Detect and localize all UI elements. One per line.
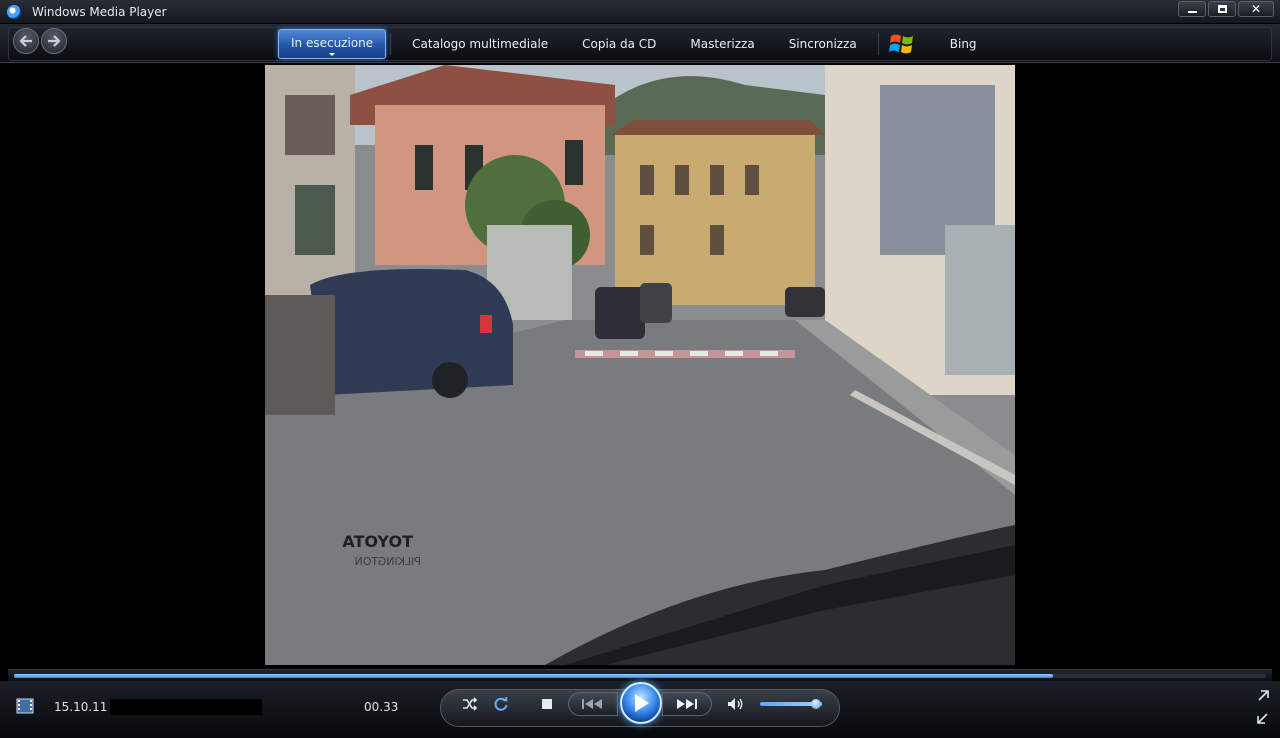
tab-burn[interactable]: Masterizza — [673, 29, 771, 59]
tab-bing[interactable]: Bing — [933, 29, 994, 59]
video-file-icon[interactable] — [16, 697, 34, 715]
windows-logo-icon[interactable] — [888, 32, 915, 56]
stop-button[interactable] — [538, 695, 556, 713]
seek-track[interactable] — [14, 674, 1266, 678]
minimize-button[interactable] — [1178, 1, 1206, 17]
back-arrow-icon — [19, 35, 32, 47]
tab-library[interactable]: Catalogo multimediale — [395, 29, 565, 59]
previous-button[interactable] — [568, 692, 618, 716]
tab-rip[interactable]: Copia da CD — [565, 29, 673, 59]
play-icon — [635, 694, 649, 712]
forward-button[interactable] — [41, 28, 67, 54]
expand-icon — [1258, 690, 1269, 701]
close-button[interactable]: ✕ — [1238, 1, 1274, 17]
elapsed-time[interactable]: 00.33 — [364, 700, 398, 714]
tab-now-playing[interactable]: In esecuzione — [278, 29, 387, 59]
stop-icon — [542, 699, 552, 709]
video-scene: TOYOTA PILKINGTON — [265, 65, 1015, 665]
minimize-icon — [1187, 11, 1197, 13]
history-navigation — [13, 28, 67, 54]
back-button[interactable] — [13, 28, 39, 54]
video-frame[interactable]: TOYOTA PILKINGTON — [265, 65, 1015, 665]
collapse-icon — [1257, 713, 1268, 724]
switch-to-library-button[interactable] — [1256, 689, 1270, 703]
repeat-button[interactable] — [491, 694, 511, 714]
repeat-icon — [494, 696, 508, 711]
window-title: Windows Media Player — [32, 5, 167, 19]
tab-separator — [877, 33, 879, 55]
media-title: 15.10.11 — [54, 700, 108, 714]
tab-separator — [390, 33, 392, 55]
speaker-icon — [728, 698, 743, 710]
video-stamp-text-1: TOYOTA — [342, 532, 413, 551]
wmp-icon — [7, 5, 21, 19]
previous-icon — [582, 699, 602, 709]
forward-arrow-icon — [48, 35, 61, 47]
shuffle-button[interactable] — [460, 694, 480, 714]
title-bar: Windows Media Player ✕ — [0, 0, 1280, 24]
tab-sync[interactable]: Sincronizza — [772, 29, 874, 59]
mute-button[interactable] — [726, 694, 746, 714]
fullscreen-button[interactable] — [1256, 711, 1270, 725]
seek-bar[interactable] — [8, 669, 1272, 681]
volume-knob[interactable] — [810, 699, 821, 709]
media-info-box — [110, 699, 262, 715]
play-button[interactable] — [620, 682, 662, 724]
video-stamp-text-2: PILKINGTON — [355, 555, 421, 568]
window-controls: ✕ — [1178, 1, 1274, 17]
maximize-button[interactable] — [1208, 1, 1236, 17]
shuffle-icon — [463, 697, 478, 711]
next-button[interactable] — [662, 692, 712, 716]
close-icon: ✕ — [1250, 2, 1262, 16]
nav-tabs: In esecuzione Catalogo multimediale Copi… — [278, 29, 994, 59]
maximize-icon — [1217, 5, 1227, 13]
next-icon — [677, 699, 697, 709]
seek-progress-fill — [14, 674, 1054, 678]
